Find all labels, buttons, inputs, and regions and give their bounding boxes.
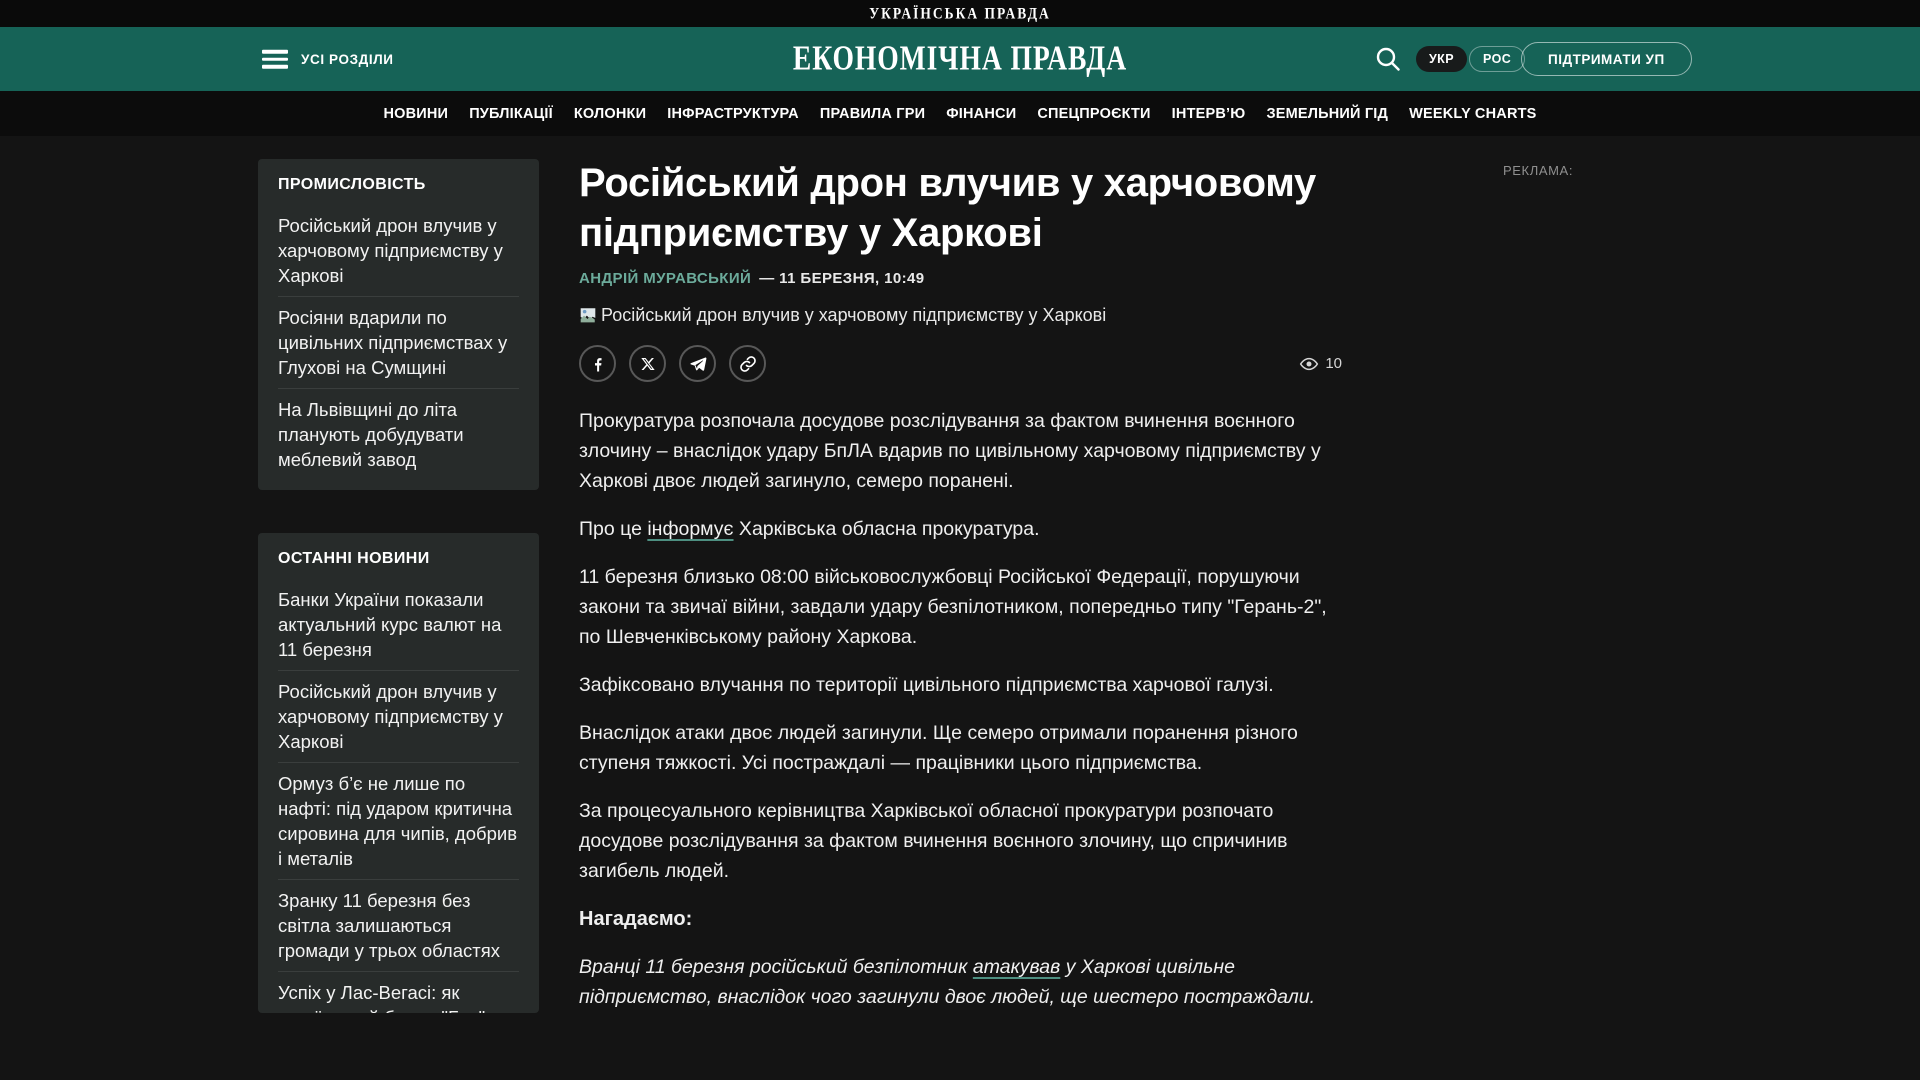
article-paragraph: Вранці 11 березня російський безпілотник… — [579, 956, 1316, 1008]
article-paragraph: За процесуального керівництва Харківсько… — [579, 800, 1288, 882]
nav-item[interactable]: ІНТЕРВ’Ю — [1172, 106, 1246, 122]
share-copy-link-button[interactable] — [729, 345, 766, 382]
nav-item[interactable]: ФІНАНСИ — [946, 106, 1016, 122]
support-up-button[interactable]: ПІДТРИМАТИ УП — [1521, 42, 1692, 76]
sidebar-section-promyslovist: ПРОМИСЛОВІСТЬ Російський дрон влучив у х… — [258, 159, 539, 490]
nav-item[interactable]: WEEKLY CHARTS — [1409, 106, 1536, 122]
nav-item[interactable]: НОВИНИ — [383, 106, 448, 122]
sidebar-article-link[interactable]: Російський дрон влучив у харчовому підпр… — [278, 205, 519, 296]
all-sections-menu-button[interactable]: УСІ РОЗДІЛИ — [262, 49, 394, 69]
x-icon — [640, 357, 655, 370]
author-link[interactable]: АНДРІЙ МУРАВСЬКИЙ — [579, 270, 751, 287]
share-row: 10 — [579, 345, 1342, 382]
topbar: УКРАЇНСЬКА ПРАВДА — [0, 0, 1920, 27]
article-paragraph: Зафіксовано влучання по території цивіль… — [579, 674, 1274, 696]
search-icon — [1376, 47, 1400, 71]
share-telegram-button[interactable] — [679, 345, 716, 382]
ukrainska-pravda-logo[interactable]: УКРАЇНСЬКА ПРАВДА — [869, 4, 1051, 22]
sidebar-section-title: ОСТАННІ НОВИНИ — [278, 550, 430, 567]
article: Російський дрон влучив у харчовому підпр… — [579, 158, 1342, 1030]
article-paragraph: Прокуратура розпочала досудове розслідув… — [579, 410, 1321, 492]
share-facebook-button[interactable] — [579, 345, 616, 382]
publish-date: — 11 БЕРЕЗНЯ, 10:49 — [759, 270, 925, 287]
search-button[interactable] — [1374, 45, 1402, 73]
nav-item[interactable]: ПУБЛІКАЦІЇ — [469, 106, 553, 122]
nav-item[interactable]: ЗЕМЕЛЬНИЙ ГІД — [1266, 106, 1388, 122]
facebook-icon — [594, 357, 602, 371]
ekonomichna-pravda-logo[interactable]: ЕКОНОМІЧНА ПРАВДА — [778, 39, 1141, 77]
sidebar-section-ostanni-novyny: ОСТАННІ НОВИНИ Банки України показали ак… — [258, 533, 539, 1013]
nav-item[interactable]: ІНФРАСТРУКТУРА — [667, 106, 799, 122]
site-header: УСІ РОЗДІЛИ ЕКОНОМІЧНА ПРАВДА УКР РОС ПІ… — [0, 27, 1920, 91]
lang-toggle-ros[interactable]: РОС — [1469, 46, 1526, 72]
sidebar-article-link[interactable]: Банки України показали актуальний курс в… — [278, 579, 519, 670]
ad-label: РЕКЛАМА: — [1503, 163, 1574, 178]
menu-label: УСІ РОЗДІЛИ — [301, 51, 394, 67]
inline-link[interactable]: інформує — [647, 518, 733, 540]
image-alt-text: Російський дрон влучив у харчовому підпр… — [601, 305, 1107, 325]
sidebar-article-link[interactable]: Успіх у Лас-Вегасі: як український бренд… — [278, 971, 519, 1013]
hamburger-icon — [262, 49, 288, 69]
nav-item[interactable]: СПЕЦПРОЄКТИ — [1037, 106, 1150, 122]
broken-image-icon — [580, 308, 596, 323]
eye-icon — [1300, 357, 1319, 370]
sidebar-article-link[interactable]: Зранку 11 березня без світла залишаються… — [278, 879, 519, 971]
sidebar-article-link[interactable]: Росіяни вдарили по цивільних підприємств… — [278, 296, 519, 388]
view-counter: 10 — [1299, 354, 1342, 374]
article-paragraph: Нагадаємо: — [579, 908, 693, 930]
sidebar-article-link[interactable]: Ормуз б’є не лише по нафті: під ударом к… — [278, 762, 519, 879]
lang-toggle-ukr[interactable]: УКР — [1416, 46, 1467, 72]
main-nav: НОВИНИ ПУБЛІКАЦІЇ КОЛОНКИ ІНФРАСТРУКТУРА ПРА… — [0, 91, 1920, 136]
nav-item[interactable]: КОЛОНКИ — [574, 106, 646, 122]
inline-link[interactable]: атакував — [973, 956, 1060, 978]
article-image-broken: Російський дрон влучив у харчовому підпр… — [579, 304, 1342, 326]
byline: АНДРІЙ МУРАВСЬКИЙ — 11 БЕРЕЗНЯ, 10:49 — [579, 270, 1342, 287]
view-count: 10 — [1325, 355, 1342, 372]
sidebar-article-link[interactable]: На Львівщині до літа планують добудувати… — [278, 388, 519, 480]
article-paragraph: 11 березня близько 08:00 військовослужбо… — [579, 566, 1327, 648]
copy-link-icon — [739, 355, 756, 372]
article-paragraph: Внаслідок атаки двоє людей загинули. Ще … — [579, 722, 1298, 774]
share-x-button[interactable] — [629, 345, 666, 382]
sidebar-section-title: ПРОМИСЛОВІСТЬ — [278, 176, 426, 193]
article-paragraph: Про це інформує Харківська обласна проку… — [579, 518, 1040, 540]
sidebar-article-link[interactable]: Російський дрон влучив у харчовому підпр… — [278, 670, 519, 762]
article-body: Прокуратура розпочала досудове розслідув… — [579, 406, 1342, 1012]
article-title: Російський дрон влучив у харчовому підпр… — [579, 161, 1316, 255]
nav-item[interactable]: ПРАВИЛА ГРИ — [820, 106, 925, 122]
telegram-icon — [689, 357, 706, 371]
